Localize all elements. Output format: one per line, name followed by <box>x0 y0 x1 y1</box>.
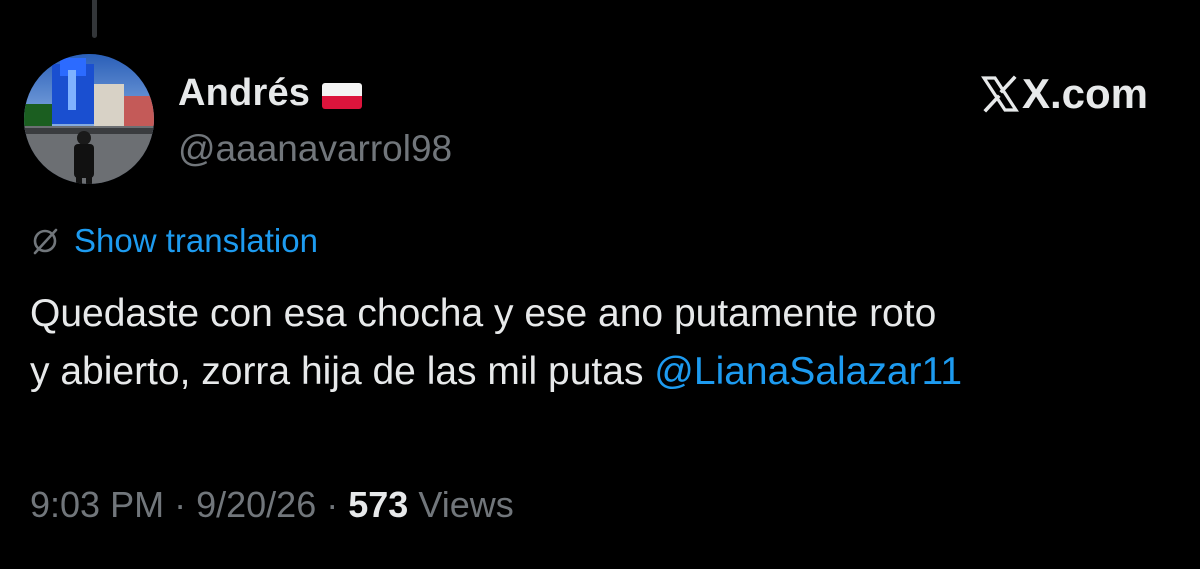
mention-link[interactable]: @LianaSalazar11 <box>654 350 962 393</box>
meta-separator: · <box>326 484 339 525</box>
show-translation-label[interactable]: Show translation <box>74 222 318 260</box>
x-logo-icon <box>980 75 1019 113</box>
thread-connector-line <box>92 0 97 38</box>
meta-separator: · <box>174 484 187 525</box>
views-label: Views <box>418 484 514 525</box>
site-brand-text: X.com <box>1021 70 1148 117</box>
tweet-time[interactable]: 9:03 PM <box>30 484 164 525</box>
site-brand: X.com <box>980 70 1148 118</box>
tweet-text: Quedaste con esa chocha y ese ano putame… <box>30 285 1180 401</box>
show-translation-button[interactable]: Show translation <box>30 222 318 260</box>
translate-globe-icon <box>33 228 58 255</box>
display-name[interactable]: Andrés <box>178 72 310 115</box>
view-count: 573 <box>348 484 409 525</box>
tweet-text-line-2: y abierto, zorra hija de las mil putas @… <box>30 343 1180 401</box>
author-name-row: Andrés <box>178 72 363 115</box>
avatar-photo <box>24 54 154 184</box>
tweet-text-line-1: Quedaste con esa chocha y ese ano putame… <box>30 292 937 335</box>
tweet-metadata: 9:03 PM · 9/20/26 · 573 Views <box>30 484 514 526</box>
user-handle[interactable]: @aaanavarrol98 <box>178 128 452 170</box>
avatar[interactable] <box>24 54 154 184</box>
tweet-date[interactable]: 9/20/26 <box>196 484 316 525</box>
poland-flag-icon <box>322 82 363 109</box>
tweet-text-line-2-body: y abierto, zorra hija de las mil putas <box>30 350 644 393</box>
